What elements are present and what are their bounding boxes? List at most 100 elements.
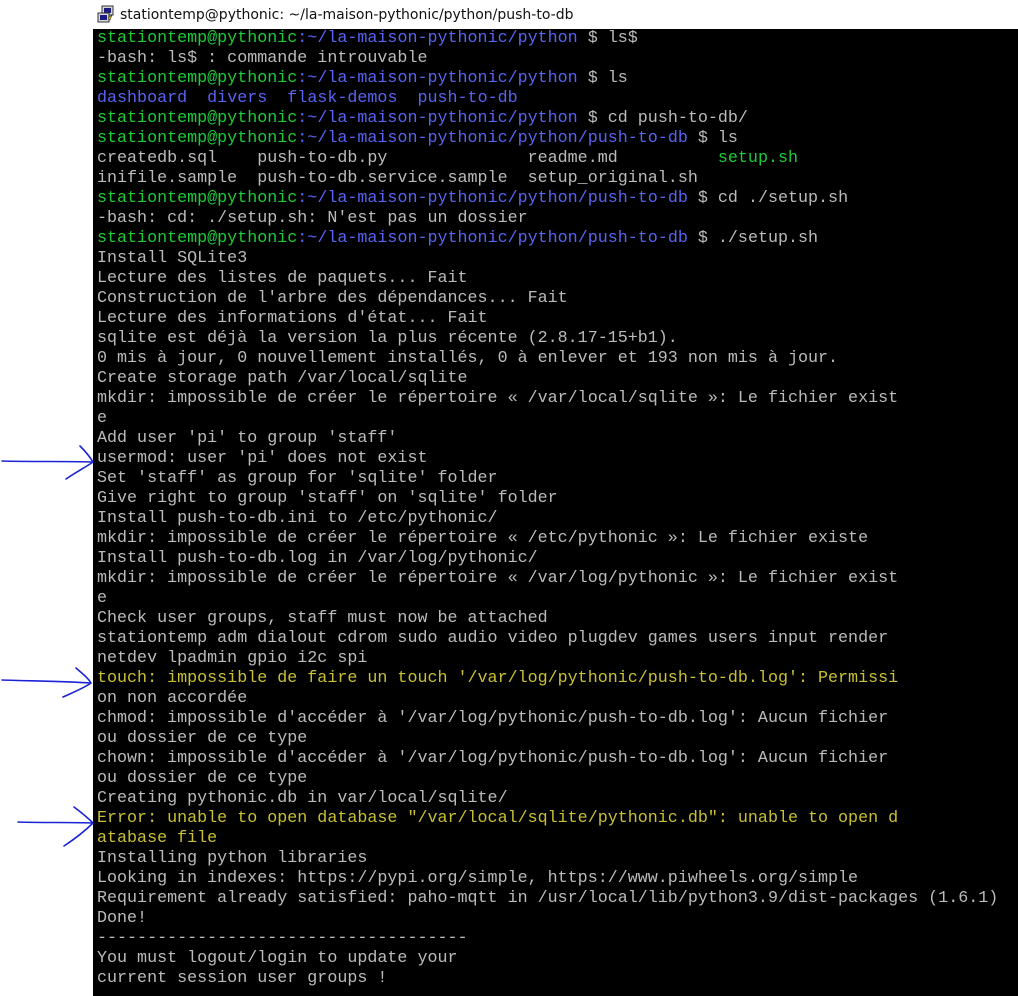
- terminal-text-segment: chown: impossible d'accéder à '/var/log/…: [97, 749, 889, 768]
- terminal-text-segment: stationtemp@pythonic: [97, 109, 298, 128]
- terminal-line: Looking in indexes: https://pypi.org/sim…: [97, 869, 858, 889]
- terminal-line: Install push-to-db.log in /var/log/pytho…: [97, 549, 538, 569]
- terminal-line: mkdir: impossible de créer le répertoire…: [97, 569, 898, 589]
- terminal-text-segment: :~/la-maison-pythonic/python/push-to-db: [297, 129, 688, 148]
- terminal-line: Done!: [97, 909, 147, 929]
- terminal-line: ou dossier de ce type: [97, 729, 307, 749]
- terminal-line: mkdir: impossible de créer le répertoire…: [97, 529, 868, 549]
- terminal-text-segment: :~/la-maison-pythonic/python/push-to-db: [297, 189, 688, 208]
- terminal-text-segment: stationtemp@pythonic: [97, 129, 298, 148]
- terminal-text-segment: Create storage path /var/local/sqlite: [97, 369, 468, 388]
- terminal-text-segment: Install SQLite3: [97, 249, 248, 268]
- terminal-line: stationtemp@pythonic:~/la-maison-pythoni…: [97, 189, 848, 209]
- terminal-line: Error: unable to open database "/var/loc…: [97, 809, 898, 829]
- terminal-text-segment: chmod: impossible d'accéder à '/var/log/…: [97, 709, 889, 728]
- terminal-line: 0 mis à jour, 0 nouvellement installés, …: [97, 349, 838, 369]
- terminal-text-segment: $ cd ./setup.sh: [687, 189, 849, 208]
- terminal-text-segment: stationtemp adm dialout cdrom sudo audio…: [97, 629, 889, 648]
- terminal-text-segment: Set 'staff' as group for 'sqlite' folder: [97, 469, 498, 488]
- terminal-line: createdb.sql push-to-db.py readme.md set…: [97, 149, 798, 169]
- terminal-line: Requirement already satisfied: paho-mqtt…: [97, 889, 998, 909]
- screenshot: stationtemp@pythonic: ~/la-maison-python…: [0, 0, 1018, 996]
- terminal-text-segment: $ ls: [687, 129, 738, 148]
- terminal-text-segment: :~/la-maison-pythonic/python: [297, 29, 578, 48]
- terminal-line: -bash: cd: ./setup.sh: N'est pas un doss…: [97, 209, 528, 229]
- terminal-text-segment: ou dossier de ce type: [97, 729, 308, 748]
- terminal-text-segment: Done!: [97, 909, 148, 928]
- window-titlebar[interactable]: stationtemp@pythonic: ~/la-maison-python…: [93, 0, 1018, 29]
- terminal-line: Creating pythonic.db in var/local/sqlite…: [97, 789, 508, 809]
- terminal-line: Give right to group 'staff' on 'sqlite' …: [97, 489, 558, 509]
- terminal-line: mkdir: impossible de créer le répertoire…: [97, 389, 898, 409]
- terminal-line: stationtemp@pythonic:~/la-maison-pythoni…: [97, 129, 738, 149]
- terminal-line: You must logout/login to update your: [97, 949, 458, 969]
- terminal-line: usermod: user 'pi' does not exist: [97, 449, 427, 469]
- terminal-text-segment: dashboard: [97, 89, 188, 108]
- terminal-output[interactable]: stationtemp@pythonic:~/la-maison-pythoni…: [93, 29, 1018, 996]
- terminal-text-segment: :~/la-maison-pythonic/python: [297, 109, 578, 128]
- terminal-text-segment: divers: [207, 89, 268, 108]
- terminal-text-segment: e: [97, 409, 108, 428]
- terminal-line: stationtemp@pythonic:~/la-maison-pythoni…: [97, 69, 628, 89]
- terminal-line: e: [97, 589, 107, 609]
- terminal-text-segment: $ ls$: [577, 29, 638, 48]
- terminal-text-segment: usermod: user 'pi' does not exist: [97, 449, 428, 468]
- terminal-text-segment: Install push-to-db.ini to /etc/pythonic/: [97, 509, 498, 528]
- terminal-text-segment: sqlite est déjà la version la plus récen…: [97, 329, 678, 348]
- terminal-line: Construction de l'arbre des dépendances.…: [97, 289, 568, 309]
- terminal-line: stationtemp@pythonic:~/la-maison-pythoni…: [97, 29, 638, 49]
- terminal-text-segment: Give right to group 'staff' on 'sqlite' …: [97, 489, 558, 508]
- terminal-text-segment: flask-demos: [287, 89, 398, 108]
- terminal-text-segment: Creating pythonic.db in var/local/sqlite…: [97, 789, 508, 808]
- terminal-line: current session user groups !: [97, 969, 387, 989]
- terminal-line: Add user 'pi' to group 'staff': [97, 429, 397, 449]
- terminal-text-segment: Check user groups, staff must now be att…: [97, 609, 548, 628]
- terminal-line: touch: impossible de faire un touch '/va…: [97, 669, 898, 689]
- terminal-text-segment: stationtemp@pythonic: [97, 229, 298, 248]
- terminal-line: stationtemp adm dialout cdrom sudo audio…: [97, 629, 888, 649]
- terminal-text-segment: createdb.sql push-to-db.py readme.md: [97, 149, 718, 168]
- terminal-text-segment: Add user 'pi' to group 'staff': [97, 429, 398, 448]
- terminal-line: Set 'staff' as group for 'sqlite' folder: [97, 469, 498, 489]
- terminal-line: Lecture des listes de paquets... Fait: [97, 269, 468, 289]
- terminal-text-segment: $ cd push-to-db/: [577, 109, 748, 128]
- terminal-text-segment: on non accordée: [97, 689, 248, 708]
- terminal-text-segment: stationtemp@pythonic: [97, 69, 298, 88]
- terminal-line: Install push-to-db.ini to /etc/pythonic/: [97, 509, 498, 529]
- terminal-text-segment: ou dossier de ce type: [97, 769, 308, 788]
- terminal-line: Create storage path /var/local/sqlite: [97, 369, 468, 389]
- terminal-text-segment: $ ./setup.sh: [687, 229, 819, 248]
- terminal-line: chmod: impossible d'accéder à '/var/log/…: [97, 709, 888, 729]
- terminal-text-segment: :~/la-maison-pythonic/python: [297, 69, 578, 88]
- terminal-text-segment: 0 mis à jour, 0 nouvellement installés, …: [97, 349, 839, 368]
- terminal-text-segment: atabase file: [97, 829, 218, 848]
- arrow-icon: [17, 806, 94, 847]
- terminal-line: Install SQLite3: [97, 249, 247, 269]
- putty-icon: [97, 5, 114, 22]
- terminal-line: stationtemp@pythonic:~/la-maison-pythoni…: [97, 229, 818, 249]
- terminal-text-segment: e: [97, 589, 108, 608]
- terminal-text-segment: touch: impossible de faire un touch '/va…: [97, 669, 899, 688]
- terminal-text-segment: Requirement already satisfied: paho-mqtt…: [97, 889, 999, 908]
- terminal-line: netdev lpadmin gpio i2c spi: [97, 649, 367, 669]
- terminal-line: stationtemp@pythonic:~/la-maison-pythoni…: [97, 109, 748, 129]
- terminal-text-segment: stationtemp@pythonic: [97, 29, 298, 48]
- terminal-text-segment: Lecture des informations d'état... Fait: [97, 309, 488, 328]
- terminal-line: -------------------------------------: [97, 929, 468, 949]
- terminal-line: e: [97, 409, 107, 429]
- terminal-line: sqlite est déjà la version la plus récen…: [97, 329, 678, 349]
- terminal-text-segment: current session user groups !: [97, 969, 388, 988]
- terminal-line: -bash: ls$ : commande introuvable: [97, 49, 427, 69]
- terminal-text-segment: stationtemp@pythonic: [97, 189, 298, 208]
- terminal-text-segment: Looking in indexes: https://pypi.org/sim…: [97, 869, 859, 888]
- terminal-text-segment: mkdir: impossible de créer le répertoire…: [97, 389, 899, 408]
- terminal-text-segment: You must logout/login to update your: [97, 949, 458, 968]
- terminal-text-segment: mkdir: impossible de créer le répertoire…: [97, 569, 899, 588]
- terminal-text-segment: :~/la-maison-pythonic/python/push-to-db: [297, 229, 688, 248]
- terminal-text-segment: push-to-db: [417, 89, 518, 108]
- terminal-line: dashboard divers flask-demos push-to-db: [97, 89, 518, 109]
- window-title: stationtemp@pythonic: ~/la-maison-python…: [120, 6, 574, 23]
